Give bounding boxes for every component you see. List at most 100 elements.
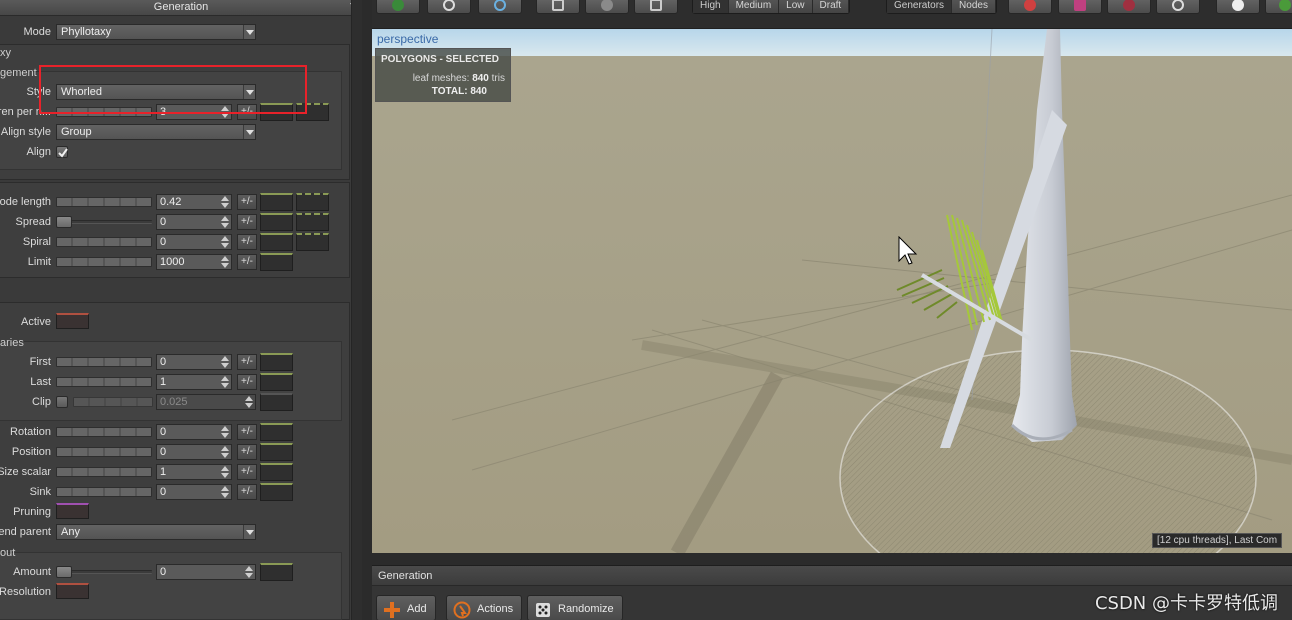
spiral-curve-2[interactable] (296, 233, 329, 251)
position-field[interactable]: 0 (156, 444, 232, 460)
amount-field[interactable]: 0 (156, 564, 256, 580)
view-nodes[interactable]: Nodes (952, 0, 996, 13)
spiral-field[interactable]: 0 (156, 234, 232, 250)
limit-field[interactable]: 1000 (156, 254, 232, 270)
spread-field[interactable]: 0 (156, 214, 232, 230)
first-field[interactable]: 0 (156, 354, 232, 370)
scrollbar[interactable] (351, 0, 362, 620)
amount-curve[interactable] (260, 563, 293, 581)
view-mode-segmented-control[interactable]: Generators Nodes (886, 0, 997, 14)
position-variance-button[interactable]: +/- (237, 444, 257, 460)
spread-variance-button[interactable]: +/- (237, 214, 257, 230)
children-slider[interactable] (56, 107, 152, 117)
position-slider[interactable] (56, 447, 152, 457)
last-variance-button[interactable]: +/- (237, 374, 257, 390)
clip-curve[interactable] (260, 393, 293, 411)
spinner-icon[interactable] (245, 566, 254, 578)
wind-icon[interactable] (1008, 0, 1052, 14)
view-generators[interactable]: Generators (887, 0, 953, 13)
spinner-icon[interactable] (221, 236, 230, 248)
actions-button[interactable]: Actions (446, 595, 523, 620)
quality-draft[interactable]: Draft (812, 0, 850, 13)
first-curve[interactable] (260, 353, 293, 371)
limit-variance-button[interactable]: +/- (237, 254, 257, 270)
style-dropdown[interactable]: Whorled (56, 84, 256, 100)
quality-segmented-control[interactable]: High Medium Low Draft (692, 0, 851, 14)
clip-slider[interactable] (73, 397, 153, 407)
refresh-icon[interactable] (1156, 0, 1200, 14)
spiral-variance-button[interactable]: +/- (237, 234, 257, 250)
spinner-icon[interactable] (221, 196, 230, 208)
rotation-field[interactable]: 0 (156, 424, 232, 440)
spinner-icon[interactable] (221, 466, 230, 478)
sink-field[interactable]: 0 (156, 484, 232, 500)
spinner-icon[interactable] (221, 446, 230, 458)
frame-icon[interactable] (634, 0, 678, 14)
sink-slider[interactable] (56, 487, 152, 497)
quality-medium[interactable]: Medium (728, 0, 780, 13)
spinner-icon[interactable] (245, 396, 254, 408)
first-variance-button[interactable]: +/- (237, 354, 257, 370)
children-curve[interactable] (260, 103, 293, 121)
panel-header[interactable]: Generation (0, 0, 362, 16)
spread-curve-2[interactable] (296, 213, 329, 231)
limit-slider[interactable] (56, 257, 152, 267)
node-length-curve[interactable] (260, 193, 293, 211)
transform-icon[interactable] (536, 0, 580, 14)
node-length-slider[interactable] (56, 197, 152, 207)
spinner-icon[interactable] (221, 356, 230, 368)
spinner-icon[interactable] (221, 256, 230, 268)
rotation-curve[interactable] (260, 423, 293, 441)
clip-field[interactable]: 0.025 (156, 394, 256, 410)
spinner-icon[interactable] (221, 106, 230, 118)
size-scalar-field[interactable]: 1 (156, 464, 232, 480)
tree-icon[interactable] (1265, 0, 1292, 14)
size-scalar-slider[interactable] (56, 467, 152, 477)
snap-icon[interactable] (585, 0, 629, 14)
last-field[interactable]: 1 (156, 374, 232, 390)
3d-viewport[interactable]: High Medium Low Draft Generators Nodes p… (372, 0, 1292, 553)
node-length-field[interactable]: 0.42 (156, 194, 232, 210)
end-parent-dropdown[interactable]: Any (56, 524, 256, 540)
children-field[interactable]: 3 (156, 104, 232, 120)
eye-icon[interactable] (1107, 0, 1151, 14)
spread-slider-knob[interactable] (56, 216, 72, 228)
amount-slider-knob[interactable] (56, 566, 72, 578)
add-button[interactable]: Add (376, 595, 436, 620)
rotation-variance-button[interactable]: +/- (237, 424, 257, 440)
children-variance-button[interactable]: +/- (237, 104, 257, 120)
clip-checkbox[interactable] (56, 396, 68, 408)
align-style-dropdown[interactable]: Group (56, 124, 256, 140)
quality-low[interactable]: Low (779, 0, 813, 13)
mode-dropdown[interactable]: Phyllotaxy (56, 24, 256, 40)
node-length-variance-button[interactable]: +/- (237, 194, 257, 210)
children-curve-2[interactable] (296, 103, 329, 121)
sink-curve[interactable] (260, 483, 293, 501)
align-checkbox[interactable] (56, 146, 68, 158)
limit-curve[interactable] (260, 253, 293, 271)
spinner-icon[interactable] (221, 216, 230, 228)
light-icon[interactable] (1216, 0, 1260, 14)
first-slider[interactable] (56, 357, 152, 367)
globe-icon[interactable] (376, 0, 420, 14)
spiral-slider[interactable] (56, 237, 152, 247)
pruning-toggle[interactable] (56, 503, 89, 519)
spinner-icon[interactable] (221, 376, 230, 388)
rotation-slider[interactable] (56, 427, 152, 437)
zoom-icon[interactable] (478, 0, 522, 14)
add-node-icon[interactable] (1058, 0, 1102, 14)
orbit-icon[interactable] (427, 0, 471, 14)
resolution-toggle[interactable] (56, 583, 89, 599)
randomize-button[interactable]: Randomize (527, 595, 623, 620)
spinner-icon[interactable] (221, 486, 230, 498)
sink-variance-button[interactable]: +/- (237, 484, 257, 500)
spinner-icon[interactable] (221, 426, 230, 438)
last-slider[interactable] (56, 377, 152, 387)
spread-curve[interactable] (260, 213, 293, 231)
position-curve[interactable] (260, 443, 293, 461)
node-length-curve-2[interactable] (296, 193, 329, 211)
size-scalar-variance-button[interactable]: +/- (237, 464, 257, 480)
spiral-curve[interactable] (260, 233, 293, 251)
quality-high[interactable]: High (693, 0, 729, 13)
last-curve[interactable] (260, 373, 293, 391)
